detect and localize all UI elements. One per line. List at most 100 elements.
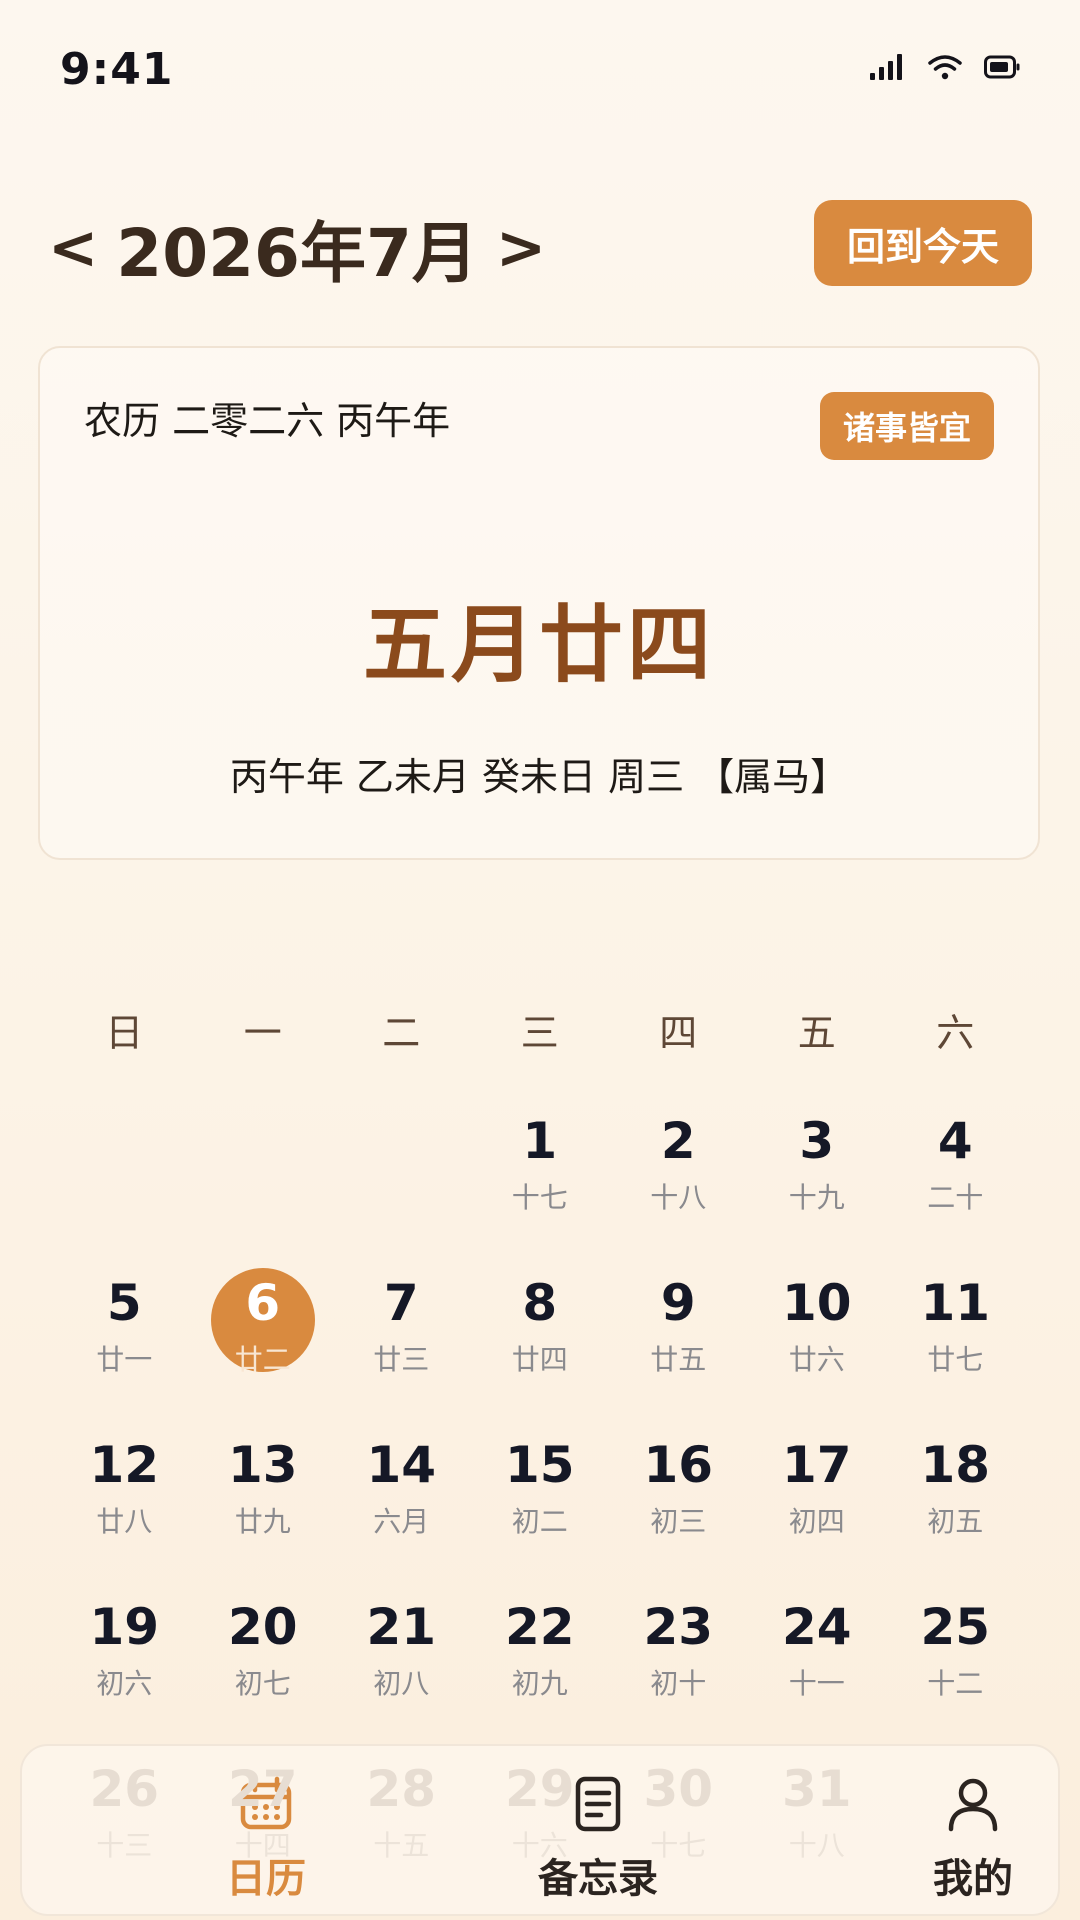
header: < 2026年7月 > 回到今天 (0, 190, 1080, 300)
calendar-day-3[interactable]: 3 十九 (748, 1100, 887, 1262)
day-number: 19 (89, 1598, 160, 1656)
lunar-day: 十四 (234, 1829, 291, 1862)
day-number: 14 (366, 1436, 437, 1494)
tab-profile[interactable]: 我的 (883, 1776, 1063, 1904)
calendar-empty-cell (194, 1100, 333, 1262)
lunar-day: 廿九 (234, 1505, 291, 1538)
lunar-day: 廿三 (373, 1343, 430, 1376)
day-number: 22 (504, 1598, 575, 1656)
calendar-day-17[interactable]: 17 初四 (748, 1424, 887, 1586)
day-number: 2 (660, 1112, 696, 1170)
day-number: 1 (522, 1112, 558, 1170)
calendar-day-19[interactable]: 19 初六 (55, 1586, 194, 1748)
calendar-grid: 1 十七 2 十八 3 十九 4 二十 5 廿一 6 廿二 7 廿三 8 廿四 … (55, 1100, 1025, 1910)
calendar-week-3: 12 廿八 13 廿九 14 六月 15 初二 16 初三 17 初四 18 初… (55, 1424, 1025, 1586)
calendar-week-2: 5 廿一 6 廿二 7 廿三 8 廿四 9 廿五 10 廿六 11 廿七 (55, 1262, 1025, 1424)
day-number: 17 (781, 1436, 852, 1494)
calendar-day-25[interactable]: 25 十二 (886, 1586, 1025, 1748)
calendar-day-13[interactable]: 13 廿九 (194, 1424, 333, 1586)
calendar-empty-cell (332, 1100, 471, 1262)
lunar-day: 廿四 (511, 1343, 568, 1376)
day-number: 24 (781, 1598, 852, 1656)
calendar-day-1[interactable]: 1 十七 (471, 1100, 610, 1262)
day-number: 28 (366, 1760, 437, 1818)
lunar-day: 初七 (234, 1667, 291, 1700)
calendar-day-2[interactable]: 2 十八 (609, 1100, 748, 1262)
day-number: 4 (937, 1112, 973, 1170)
calendar-day-21[interactable]: 21 初八 (332, 1586, 471, 1748)
day-number: 26 (89, 1760, 160, 1818)
month-nav: < 2026年7月 > (48, 200, 546, 296)
status-time: 9:41 (60, 44, 174, 95)
calendar-week-1: 1 十七 2 十八 3 十九 4 二十 (55, 1100, 1025, 1262)
lunar-day: 廿八 (96, 1505, 153, 1538)
day-number: 6 (245, 1274, 281, 1332)
weekday-header: 日 一 二 三 四 五 六 (55, 1002, 1025, 1057)
calendar-day-22[interactable]: 22 初九 (471, 1586, 610, 1748)
day-number: 27 (227, 1760, 298, 1818)
calendar-day-4[interactable]: 4 二十 (886, 1100, 1025, 1262)
lunar-day: 十七 (511, 1181, 568, 1214)
lunar-day: 初四 (788, 1505, 845, 1538)
lunar-day: 初六 (96, 1667, 153, 1700)
calendar-week-4: 19 初六 20 初七 21 初八 22 初九 23 初十 24 十一 25 十… (55, 1586, 1025, 1748)
lunar-year: 农历 二零二六 丙午年 (84, 399, 451, 443)
day-number: 23 (643, 1598, 714, 1656)
calendar-day-today[interactable]: 6 廿二 (194, 1262, 333, 1424)
prev-month-button[interactable]: < (48, 213, 98, 283)
lunar-day: 十八 (650, 1181, 707, 1214)
back-to-today-button[interactable]: 回到今天 (814, 200, 1032, 286)
next-month-button[interactable]: > (496, 213, 546, 283)
signal-icon (870, 54, 906, 80)
calendar-day-8[interactable]: 8 廿四 (471, 1262, 610, 1424)
month-title: 2026年7月 (116, 215, 478, 292)
ganzhi-info: 丙午年 乙未月 癸未日 周三 【属马】 (229, 755, 849, 799)
calendar-day-7[interactable]: 7 廿三 (332, 1262, 471, 1424)
lunar-day: 廿七 (927, 1343, 984, 1376)
weekday-mon: 一 (243, 1011, 282, 1055)
weekday-sat: 六 (936, 1011, 975, 1055)
battery-icon (984, 55, 1020, 79)
lunar-day: 六月 (373, 1505, 430, 1538)
wifi-icon (928, 54, 962, 80)
lunar-day: 十八 (788, 1829, 845, 1862)
lunar-day: 十七 (650, 1829, 707, 1862)
calendar-day-9[interactable]: 9 廿五 (609, 1262, 748, 1424)
user-icon (883, 1776, 1063, 1832)
lunar-day: 廿五 (650, 1343, 707, 1376)
day-number: 10 (781, 1274, 852, 1332)
lunar-date: 五月廿四 (362, 596, 715, 694)
day-number: 30 (643, 1760, 714, 1818)
day-number: 5 (106, 1274, 142, 1332)
day-number: 7 (383, 1274, 419, 1332)
lunar-day: 初三 (650, 1505, 707, 1538)
calendar-day-16[interactable]: 16 初三 (609, 1424, 748, 1586)
status-bar: 9:41 (0, 0, 1080, 140)
calendar-day-18[interactable]: 18 初五 (886, 1424, 1025, 1586)
day-number: 16 (643, 1436, 714, 1494)
calendar-day-5[interactable]: 5 廿一 (55, 1262, 194, 1424)
lunar-day: 十九 (788, 1181, 845, 1214)
calendar-day-14[interactable]: 14 六月 (332, 1424, 471, 1586)
calendar-day-23[interactable]: 23 初十 (609, 1586, 748, 1748)
lunar-day: 十五 (373, 1829, 430, 1862)
weekday-fri: 五 (797, 1011, 836, 1055)
lunar-day: 十二 (927, 1667, 984, 1700)
lunar-day: 初二 (511, 1505, 568, 1538)
weekday-wed: 三 (520, 1011, 559, 1055)
calendar-day-11[interactable]: 11 廿七 (886, 1262, 1025, 1424)
day-number: 15 (504, 1436, 575, 1494)
day-number: 29 (504, 1760, 575, 1818)
lunar-day: 初五 (927, 1505, 984, 1538)
calendar-day-20[interactable]: 20 初七 (194, 1586, 333, 1748)
calendar-day-15[interactable]: 15 初二 (471, 1424, 610, 1586)
calendar-empty-cell (55, 1100, 194, 1262)
calendar-day-12[interactable]: 12 廿八 (55, 1424, 194, 1586)
lunar-day: 初九 (511, 1667, 568, 1700)
day-number: 21 (366, 1598, 437, 1656)
lunar-day: 廿二 (234, 1343, 291, 1376)
lunar-day: 初十 (650, 1667, 707, 1700)
calendar-day-24[interactable]: 24 十一 (748, 1586, 887, 1748)
lunar-day: 初八 (373, 1667, 430, 1700)
calendar-day-10[interactable]: 10 廿六 (748, 1262, 887, 1424)
